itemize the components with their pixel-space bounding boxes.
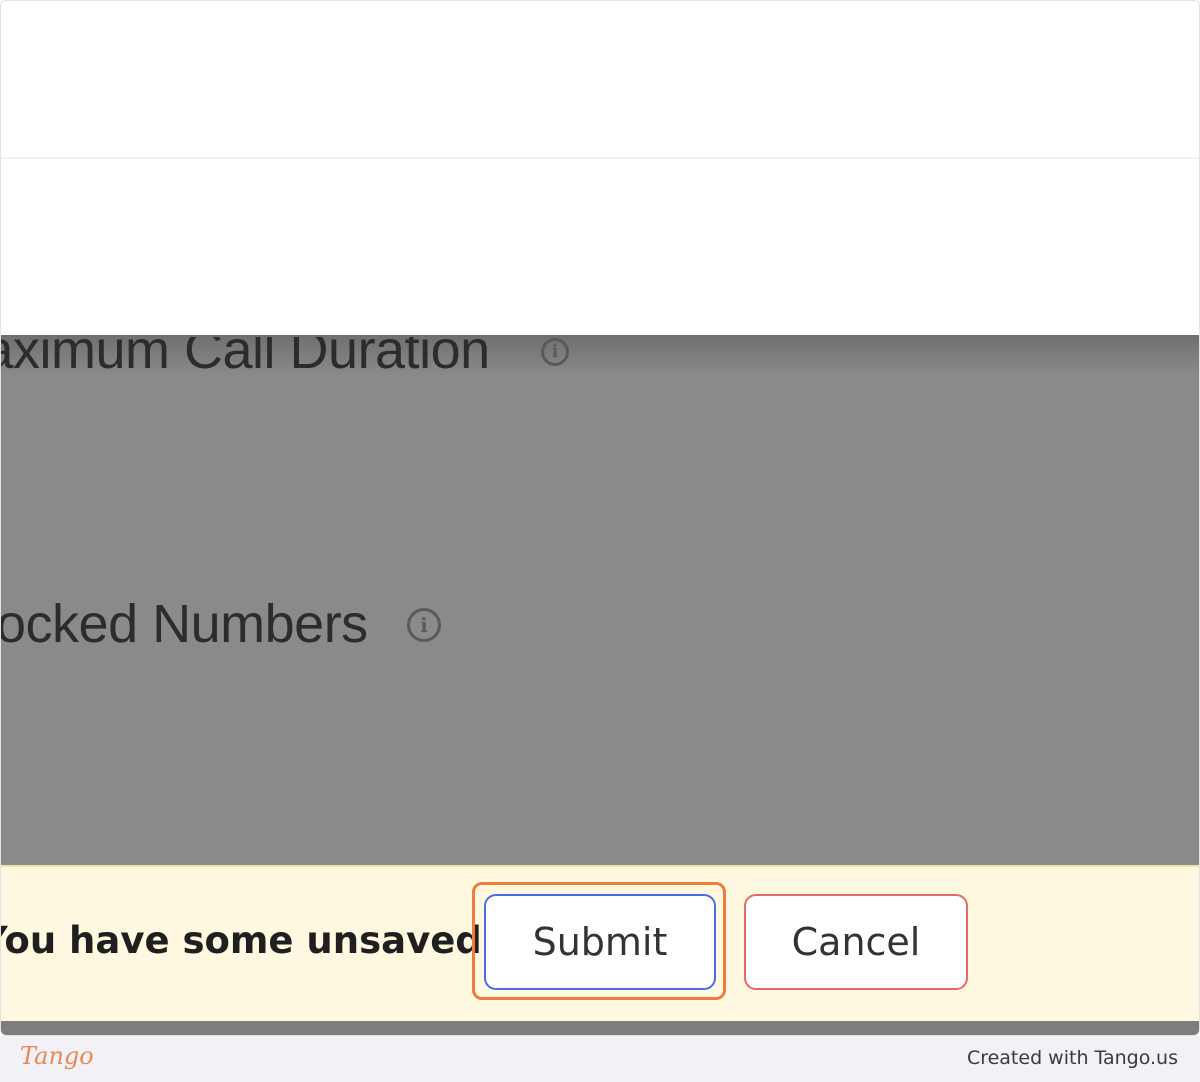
info-icon[interactable]: i [541,338,569,366]
top-panel [1,159,1199,335]
cancel-button[interactable]: Cancel [744,894,968,990]
tango-credit[interactable]: Created with Tango.us [967,1047,1178,1069]
submit-button[interactable]: Submit [484,894,716,990]
app-frame: Maximum Call Duration i Blocked Numbers … [0,0,1200,1036]
blocked-numbers-label: Blocked Numbers [1,594,368,654]
page-footer-strip [1,1021,1199,1035]
top-header [1,1,1199,159]
tango-logo[interactable]: Tango [20,1042,94,1070]
info-icon[interactable]: i [407,608,441,642]
